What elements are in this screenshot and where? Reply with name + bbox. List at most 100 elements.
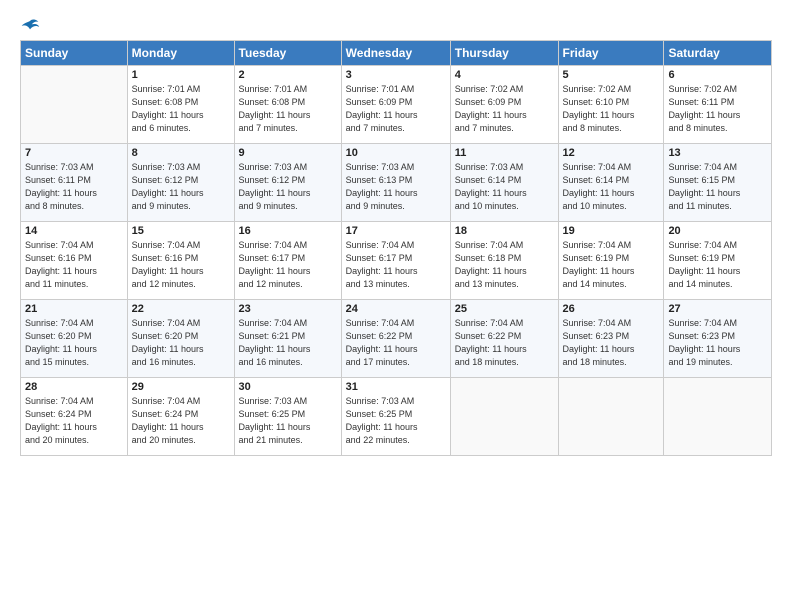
day-detail: Sunrise: 7:04 AMSunset: 6:23 PMDaylight:…: [563, 317, 660, 369]
day-number: 2: [239, 69, 337, 81]
day-number: 11: [455, 147, 554, 159]
day-detail: Sunrise: 7:03 AMSunset: 6:13 PMDaylight:…: [346, 161, 446, 213]
day-number: 28: [25, 381, 123, 393]
day-detail: Sunrise: 7:04 AMSunset: 6:21 PMDaylight:…: [239, 317, 337, 369]
day-detail: Sunrise: 7:03 AMSunset: 6:12 PMDaylight:…: [132, 161, 230, 213]
calendar-cell: 5 Sunrise: 7:02 AMSunset: 6:10 PMDaylight…: [558, 66, 664, 144]
calendar-cell: 10 Sunrise: 7:03 AMSunset: 6:13 PMDayligh…: [341, 144, 450, 222]
day-number: 30: [239, 381, 337, 393]
day-detail: Sunrise: 7:04 AMSunset: 6:17 PMDaylight:…: [346, 239, 446, 291]
day-number: 1: [132, 69, 230, 81]
calendar-cell: 27 Sunrise: 7:04 AMSunset: 6:23 PMDayligh…: [664, 300, 772, 378]
day-detail: Sunrise: 7:03 AMSunset: 6:25 PMDaylight:…: [346, 395, 446, 447]
day-detail: Sunrise: 7:04 AMSunset: 6:15 PMDaylight:…: [668, 161, 767, 213]
calendar-cell: 14 Sunrise: 7:04 AMSunset: 6:16 PMDayligh…: [21, 222, 128, 300]
day-number: 25: [455, 303, 554, 315]
calendar-cell: 23 Sunrise: 7:04 AMSunset: 6:21 PMDayligh…: [234, 300, 341, 378]
col-header-saturday: Saturday: [664, 41, 772, 66]
calendar-cell: 13 Sunrise: 7:04 AMSunset: 6:15 PMDayligh…: [664, 144, 772, 222]
day-number: 20: [668, 225, 767, 237]
calendar-cell: 30 Sunrise: 7:03 AMSunset: 6:25 PMDayligh…: [234, 378, 341, 456]
day-detail: Sunrise: 7:04 AMSunset: 6:24 PMDaylight:…: [132, 395, 230, 447]
day-number: 8: [132, 147, 230, 159]
calendar-cell: 28 Sunrise: 7:04 AMSunset: 6:24 PMDayligh…: [21, 378, 128, 456]
col-header-sunday: Sunday: [21, 41, 128, 66]
day-detail: Sunrise: 7:04 AMSunset: 6:14 PMDaylight:…: [563, 161, 660, 213]
calendar-cell: 25 Sunrise: 7:04 AMSunset: 6:22 PMDayligh…: [450, 300, 558, 378]
day-detail: Sunrise: 7:04 AMSunset: 6:22 PMDaylight:…: [455, 317, 554, 369]
calendar-cell: 16 Sunrise: 7:04 AMSunset: 6:17 PMDayligh…: [234, 222, 341, 300]
col-header-thursday: Thursday: [450, 41, 558, 66]
calendar-cell: 31 Sunrise: 7:03 AMSunset: 6:25 PMDayligh…: [341, 378, 450, 456]
day-detail: Sunrise: 7:02 AMSunset: 6:10 PMDaylight:…: [563, 83, 660, 135]
calendar-cell: 8 Sunrise: 7:03 AMSunset: 6:12 PMDaylight…: [127, 144, 234, 222]
col-header-monday: Monday: [127, 41, 234, 66]
day-detail: Sunrise: 7:03 AMSunset: 6:11 PMDaylight:…: [25, 161, 123, 213]
day-detail: Sunrise: 7:04 AMSunset: 6:16 PMDaylight:…: [25, 239, 123, 291]
calendar-cell: 17 Sunrise: 7:04 AMSunset: 6:17 PMDayligh…: [341, 222, 450, 300]
day-number: 14: [25, 225, 123, 237]
day-number: 29: [132, 381, 230, 393]
day-detail: Sunrise: 7:02 AMSunset: 6:11 PMDaylight:…: [668, 83, 767, 135]
logo-bird-icon: [20, 16, 40, 36]
day-detail: Sunrise: 7:03 AMSunset: 6:25 PMDaylight:…: [239, 395, 337, 447]
calendar-cell: 4Sunrise: 7:02 AMSunset: 6:09 PMDaylight…: [450, 66, 558, 144]
calendar-cell: 11Sunrise: 7:03 AMSunset: 6:14 PMDayligh…: [450, 144, 558, 222]
calendar-cell: [21, 66, 128, 144]
calendar-cell: 24 Sunrise: 7:04 AMSunset: 6:22 PMDayligh…: [341, 300, 450, 378]
calendar-cell: 26 Sunrise: 7:04 AMSunset: 6:23 PMDayligh…: [558, 300, 664, 378]
day-number: 27: [668, 303, 767, 315]
calendar-cell: 7 Sunrise: 7:03 AMSunset: 6:11 PMDaylight…: [21, 144, 128, 222]
day-number: 19: [563, 225, 660, 237]
day-number: 31: [346, 381, 446, 393]
calendar-cell: 21 Sunrise: 7:04 AMSunset: 6:20 PMDayligh…: [21, 300, 128, 378]
day-detail: Sunrise: 7:03 AMSunset: 6:12 PMDaylight:…: [239, 161, 337, 213]
calendar-table: SundayMondayTuesdayWednesdayThursdayFrid…: [20, 40, 772, 456]
calendar-cell: 12Sunrise: 7:04 AMSunset: 6:14 PMDayligh…: [558, 144, 664, 222]
day-number: 23: [239, 303, 337, 315]
calendar-cell: [664, 378, 772, 456]
day-number: 26: [563, 303, 660, 315]
calendar-cell: 3 Sunrise: 7:01 AMSunset: 6:09 PMDaylight…: [341, 66, 450, 144]
day-number: 17: [346, 225, 446, 237]
page: SundayMondayTuesdayWednesdayThursdayFrid…: [0, 0, 792, 612]
day-detail: Sunrise: 7:01 AMSunset: 6:09 PMDaylight:…: [346, 83, 446, 135]
day-number: 24: [346, 303, 446, 315]
calendar-cell: 2 Sunrise: 7:01 AMSunset: 6:08 PMDaylight…: [234, 66, 341, 144]
day-number: 10: [346, 147, 446, 159]
calendar-cell: 1 Sunrise: 7:01 AMSunset: 6:08 PMDaylight…: [127, 66, 234, 144]
day-detail: Sunrise: 7:01 AMSunset: 6:08 PMDaylight:…: [132, 83, 230, 135]
logo: [20, 16, 40, 32]
day-number: 13: [668, 147, 767, 159]
day-detail: Sunrise: 7:04 AMSunset: 6:20 PMDaylight:…: [132, 317, 230, 369]
day-number: 22: [132, 303, 230, 315]
calendar-cell: [450, 378, 558, 456]
day-number: 6: [668, 69, 767, 81]
day-detail: Sunrise: 7:04 AMSunset: 6:24 PMDaylight:…: [25, 395, 123, 447]
day-number: 9: [239, 147, 337, 159]
calendar-cell: 19 Sunrise: 7:04 AMSunset: 6:19 PMDayligh…: [558, 222, 664, 300]
day-detail: Sunrise: 7:04 AMSunset: 6:23 PMDaylight:…: [668, 317, 767, 369]
day-detail: Sunrise: 7:04 AMSunset: 6:19 PMDaylight:…: [668, 239, 767, 291]
day-number: 18: [455, 225, 554, 237]
col-header-tuesday: Tuesday: [234, 41, 341, 66]
day-number: 3: [346, 69, 446, 81]
header-row: [20, 16, 772, 32]
calendar-cell: 20 Sunrise: 7:04 AMSunset: 6:19 PMDayligh…: [664, 222, 772, 300]
day-detail: Sunrise: 7:04 AMSunset: 6:17 PMDaylight:…: [239, 239, 337, 291]
day-detail: Sunrise: 7:04 AMSunset: 6:22 PMDaylight:…: [346, 317, 446, 369]
day-number: 21: [25, 303, 123, 315]
day-detail: Sunrise: 7:01 AMSunset: 6:08 PMDaylight:…: [239, 83, 337, 135]
day-number: 5: [563, 69, 660, 81]
day-detail: Sunrise: 7:04 AMSunset: 6:20 PMDaylight:…: [25, 317, 123, 369]
day-number: 15: [132, 225, 230, 237]
calendar-cell: [558, 378, 664, 456]
col-header-wednesday: Wednesday: [341, 41, 450, 66]
calendar-cell: 29 Sunrise: 7:04 AMSunset: 6:24 PMDayligh…: [127, 378, 234, 456]
day-number: 4: [455, 69, 554, 81]
day-number: 7: [25, 147, 123, 159]
day-detail: Sunrise: 7:04 AMSunset: 6:19 PMDaylight:…: [563, 239, 660, 291]
day-number: 16: [239, 225, 337, 237]
calendar-cell: 22 Sunrise: 7:04 AMSunset: 6:20 PMDayligh…: [127, 300, 234, 378]
day-detail: Sunrise: 7:04 AMSunset: 6:18 PMDaylight:…: [455, 239, 554, 291]
